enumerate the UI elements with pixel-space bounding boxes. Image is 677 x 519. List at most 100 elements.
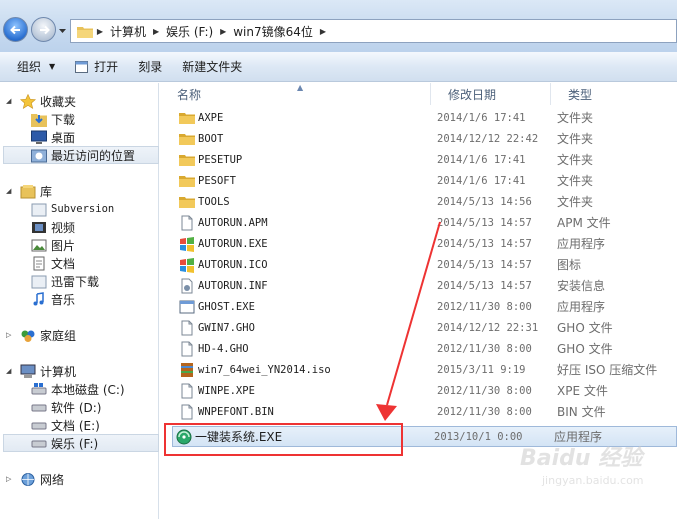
app-window-icon (179, 299, 195, 315)
file-row[interactable]: GWIN7.GHO 2014/12/12 22:31 GHO 文件 (176, 317, 676, 338)
file-row[interactable]: HD-4.GHO 2012/11/30 8:00 GHO 文件 (176, 338, 676, 359)
folder-icon (179, 131, 195, 147)
file-row[interactable]: AUTORUN.INF 2014/5/13 14:57 安装信息 (176, 275, 676, 296)
column-date[interactable]: 修改日期 (431, 83, 551, 105)
system-drive-icon (31, 382, 47, 394)
drive-icon (31, 404, 47, 411)
file-name: WINPE.XPE (198, 384, 255, 397)
computer-icon (20, 364, 36, 378)
file-row[interactable]: TOOLS 2014/5/13 14:56 文件夹 (176, 191, 676, 212)
forward-button[interactable] (31, 17, 56, 42)
new-folder-label: 新建文件夹 (182, 60, 243, 74)
nav-label: 图片 (51, 238, 76, 253)
nav-libraries[interactable]: ◢ 库 (6, 182, 52, 200)
file-type: 好压 ISO 压缩文件 (557, 363, 658, 377)
expand-triangle-icon[interactable]: ◢ (6, 97, 11, 105)
file-row[interactable]: WINPE.XPE 2012/11/30 8:00 XPE 文件 (176, 380, 676, 401)
video-icon (32, 221, 46, 233)
breadcrumb-separator-icon[interactable]: ▶ (216, 27, 230, 36)
file-row[interactable]: AUTORUN.APM 2014/5/13 14:57 APM 文件 (176, 212, 676, 233)
nav-drive-d[interactable]: 软件 (D:) (31, 398, 101, 416)
file-name: AUTORUN.EXE (198, 237, 268, 250)
file-date: 2014/1/6 17:41 (437, 111, 526, 124)
breadcrumb-separator-icon[interactable]: ▶ (93, 27, 107, 36)
folder-icon (179, 194, 195, 210)
expand-triangle-icon[interactable]: ◢ (6, 367, 11, 375)
breadcrumb-separator-icon[interactable]: ▶ (149, 27, 163, 36)
file-date: 2014/12/12 22:31 (437, 321, 539, 334)
nav-label: 视频 (51, 220, 76, 235)
music-note-icon (33, 291, 44, 305)
folder-icon (179, 152, 195, 168)
expand-triangle-icon[interactable]: ▷ (6, 331, 11, 339)
document-icon (33, 256, 45, 270)
homegroup-icon (21, 330, 35, 342)
breadcrumb-drive-f[interactable]: 娱乐 (F:) (163, 23, 216, 40)
file-date: 2014/5/13 14:56 (437, 195, 532, 208)
file-row[interactable]: WNPEFONT.BIN 2012/11/30 8:00 BIN 文件 (176, 401, 676, 422)
nav-subversion[interactable]: Subversion (31, 200, 114, 218)
nav-documents[interactable]: 文档 (31, 254, 75, 272)
address-field[interactable]: ▶ 计算机 ▶ 娱乐 (F:) ▶ win7镜像64位 ▶ (70, 19, 677, 43)
nav-recent-places[interactable]: 最近访问的位置 (3, 146, 159, 164)
file-name: WNPEFONT.BIN (198, 405, 274, 418)
file-name: BOOT (198, 132, 224, 145)
file-name: GHOST.EXE (198, 300, 255, 313)
nav-label: 家庭组 (40, 328, 77, 343)
file-row[interactable]: AUTORUN.ICO 2014/5/13 14:57 图标 (176, 254, 676, 275)
nav-computer[interactable]: ◢ 计算机 (6, 362, 76, 380)
breadcrumb-computer[interactable]: 计算机 (107, 23, 149, 40)
file-row[interactable]: win7_64wei_YN2014.iso 2015/3/11 9:19 好压 IS… (176, 359, 676, 380)
open-button[interactable]: 打开 (65, 55, 128, 79)
file-row[interactable]: PESETUP 2014/1/6 17:41 文件夹 (176, 149, 676, 170)
file-type: APM 文件 (557, 216, 611, 230)
inf-file-icon (179, 278, 195, 294)
expand-triangle-icon[interactable]: ◢ (6, 187, 11, 195)
nav-xunlei[interactable]: 迅雷下载 (31, 272, 99, 290)
nav-drive-c[interactable]: 本地磁盘 (C:) (31, 380, 125, 398)
nav-pictures[interactable]: 图片 (31, 236, 75, 254)
nav-drive-f[interactable]: 娱乐 (F:) (3, 434, 159, 452)
nav-desktop[interactable]: 桌面 (31, 128, 75, 146)
folder-icon (179, 110, 195, 126)
new-folder-button[interactable]: 新建文件夹 (172, 55, 252, 79)
folder-icon (179, 173, 195, 189)
nav-network[interactable]: ▷ 网络 (6, 470, 64, 488)
file-type: 应用程序 (557, 300, 606, 314)
organize-button[interactable]: 组织 ▼ (0, 55, 65, 79)
drive-icon (31, 440, 47, 447)
expand-triangle-icon[interactable]: ▷ (6, 475, 11, 483)
nav-favorites[interactable]: ◢ 收藏夹 (6, 92, 77, 110)
nav-label: 下载 (51, 112, 76, 127)
history-dropdown-icon[interactable] (58, 27, 67, 35)
file-row[interactable]: AUTORUN.EXE 2014/5/13 14:57 应用程序 (176, 233, 676, 254)
file-row[interactable]: PESOFT 2014/1/6 17:41 文件夹 (176, 170, 676, 191)
column-name[interactable]: 名称 (160, 83, 431, 105)
file-type: GHO 文件 (557, 321, 613, 335)
file-date: 2014/5/13 14:57 (437, 237, 532, 250)
file-row[interactable]: AXPE 2014/1/6 17:41 文件夹 (176, 107, 676, 128)
library-icon (20, 184, 36, 198)
file-date: 2012/11/30 8:00 (437, 384, 532, 397)
nav-music[interactable]: 音乐 (31, 290, 75, 308)
nav-homegroup[interactable]: ▷ 家庭组 (6, 326, 77, 344)
back-button[interactable] (3, 17, 28, 42)
nav-label: 收藏夹 (40, 94, 77, 109)
breadcrumb-current-folder[interactable]: win7镜像64位 (230, 23, 316, 40)
nav-drive-e[interactable]: 文档 (E:) (31, 416, 100, 434)
breadcrumb-separator-icon[interactable]: ▶ (316, 27, 330, 36)
burn-button[interactable]: 刻录 (128, 55, 172, 79)
command-bar: 组织 ▼ 打开 刻录 新建文件夹 (0, 52, 677, 82)
file-row[interactable]: GHOST.EXE 2012/11/30 8:00 应用程序 (176, 296, 676, 317)
file-date: 2014/5/13 14:57 (437, 258, 532, 271)
nav-videos[interactable]: 视频 (31, 218, 75, 236)
nav-downloads[interactable]: 下载 (31, 110, 75, 128)
burn-label: 刻录 (138, 60, 163, 74)
column-type[interactable]: 类型 (551, 83, 677, 105)
file-date: 2014/5/13 14:57 (437, 279, 532, 292)
open-window-icon (75, 60, 89, 73)
watermark-url: jingyan.baidu.com (542, 474, 644, 487)
organize-label: 组织 (17, 60, 42, 74)
file-row[interactable]: BOOT 2014/12/12 22:42 文件夹 (176, 128, 676, 149)
chevron-down-icon: ▼ (49, 62, 56, 71)
